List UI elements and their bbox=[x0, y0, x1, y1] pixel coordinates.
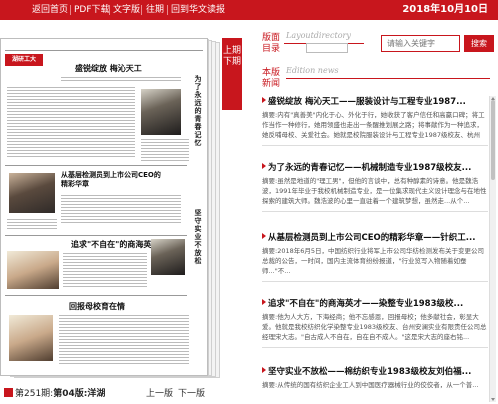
page-headline-1[interactable]: 盛锐绽放 梅沁天工 bbox=[75, 63, 142, 74]
layout-directory-subtitle: Layoutdirectory bbox=[286, 31, 351, 40]
news-item-title[interactable]: 追求"不自在"的商海英才——染整专业1983级校... bbox=[262, 298, 488, 310]
nav-text-version[interactable]: 文字版 bbox=[113, 0, 140, 20]
issue-ribbon[interactable]: 上期 下期 bbox=[222, 38, 242, 110]
nav-past-issues[interactable]: 往期 bbox=[146, 0, 164, 20]
issue-info: 第251期:第04版:洋湖 bbox=[4, 386, 105, 399]
article-body-text bbox=[63, 253, 147, 289]
nav-separator bbox=[70, 5, 71, 15]
news-item-title[interactable]: 从基层检测员到上市公司CEO的精彩华章——针织工... bbox=[262, 232, 488, 244]
edition-news-subtitle: Edition news bbox=[286, 66, 339, 75]
article-photo bbox=[9, 173, 55, 213]
news-item[interactable]: 盛锐绽放 梅沁天工——服装设计与工程专业1987... 摘要:内有"真善美"内化… bbox=[262, 96, 488, 146]
nav-home[interactable]: 返回首页 bbox=[32, 0, 68, 20]
edition-news-rule bbox=[286, 78, 490, 79]
article-photo bbox=[7, 251, 59, 289]
article-divider bbox=[5, 235, 187, 236]
page-section-badge: 湖研工大 bbox=[5, 54, 43, 66]
news-item[interactable]: 坚守实业不放松——棉纺织专业1983级校友刘伯福... 摘要:从传统的国有纺织企… bbox=[262, 366, 488, 402]
article-body-text bbox=[59, 315, 189, 365]
top-nav-bar: 返回首页 PDF下载 文字版 往期 回到华文读报 2018年10月10日 bbox=[0, 0, 498, 20]
article-divider bbox=[5, 165, 187, 166]
news-item-divider bbox=[262, 145, 488, 146]
news-item-divider bbox=[262, 347, 488, 348]
page-footer-bar: 第251期:第04版:洋湖 上一版 下一版 bbox=[0, 380, 250, 404]
article-photo bbox=[9, 315, 53, 361]
bullet-arrow-icon bbox=[262, 97, 266, 103]
news-list: 盛锐绽放 梅沁天工——服装设计与工程专业1987... 摘要:内有"真善美"内化… bbox=[262, 96, 488, 402]
page-headline-4[interactable]: 回报母校育在情 bbox=[69, 301, 125, 312]
page-header-rule bbox=[5, 50, 203, 51]
nav-back-to-reader[interactable]: 回到华文读报 bbox=[171, 0, 225, 20]
newspaper-page-preview[interactable]: 湖研工大 盛锐绽放 梅沁天工 为了永远的青春记忆 从基层检测员到上市公司CEO的… bbox=[0, 38, 222, 378]
page-headline-3[interactable]: 追求"不自在"的商海英才 bbox=[71, 239, 159, 250]
news-item-title[interactable]: 为了永远的青春记忆——机械制造专业1987级校友... bbox=[262, 162, 488, 174]
nav-separator bbox=[167, 5, 168, 15]
page-headline-2[interactable]: 从基层检测员到上市公司CEO的精彩华章 bbox=[61, 171, 161, 189]
news-item-title[interactable]: 坚守实业不放松——棉纺织专业1983级校友刘伯福... bbox=[262, 366, 488, 378]
scrollbar-thumb[interactable] bbox=[491, 100, 495, 180]
news-item-divider bbox=[262, 211, 488, 212]
page-vertical-title-1[interactable]: 为了永远的青春记忆 bbox=[193, 75, 203, 147]
news-item-divider bbox=[262, 281, 488, 282]
article-body-text bbox=[141, 139, 189, 161]
bullet-arrow-icon bbox=[262, 367, 266, 373]
newspaper-page[interactable]: 湖研工大 盛锐绽放 梅沁天工 为了永远的青春记忆 从基层检测员到上市公司CEO的… bbox=[0, 38, 208, 376]
bullet-arrow-icon bbox=[262, 233, 266, 239]
news-item[interactable]: 从基层检测员到上市公司CEO的精彩华章——针织工... 摘要:2018年6月5日… bbox=[262, 232, 488, 282]
layout-directory-title: 版面目录 bbox=[262, 33, 281, 54]
nav-separator bbox=[141, 5, 142, 15]
news-item[interactable]: 追求"不自在"的商海英才——染整专业1983级校... 摘要:他为人大方，下海经… bbox=[262, 298, 488, 348]
page-vertical-title-2[interactable]: 坚守实业不放松 bbox=[193, 209, 203, 265]
news-item-summary: 摘要:虽然是地道的"理工男"，但他的言谈中，总有种醇素的诗意。他是魏浩波，199… bbox=[262, 177, 487, 205]
issue-date: 2018年10月10日 bbox=[402, 4, 488, 15]
next-page-link[interactable]: 下一版 bbox=[178, 386, 205, 399]
article-photo bbox=[141, 89, 181, 135]
scroll-down-icon[interactable] bbox=[491, 398, 495, 401]
previous-page-link[interactable]: 上一版 bbox=[146, 386, 173, 399]
ribbon-text[interactable]: 上期 下期 bbox=[223, 46, 241, 67]
news-item-summary: 摘要:2018年6月5日，中国纺织行业将军上市公司华纺检测发布关于变更公司总裁的… bbox=[262, 247, 485, 275]
news-item-summary: 摘要:内有"真善美"内化于心、外化于行，她收获了客户信任和高赢口碑；将工作当作一… bbox=[262, 111, 485, 139]
nav-pdf-download[interactable]: PDF下载 bbox=[74, 0, 110, 20]
news-item-summary: 摘要:从传统的国有纺织企业工人到中国医疗器械行业的佼佼者，从一个普... bbox=[262, 381, 479, 389]
issue-icon bbox=[4, 388, 13, 397]
news-item-summary: 摘要:他为人大方，下海经商；他不忘感恩，回报母校；他多献社会，彰显大爱。他就是我… bbox=[262, 313, 487, 341]
page-label: 第04版:洋湖 bbox=[53, 389, 106, 399]
bullet-arrow-icon bbox=[262, 163, 266, 169]
article-body-text bbox=[7, 87, 135, 159]
news-item[interactable]: 为了永远的青春记忆——机械制造专业1987级校友... 摘要:虽然是地道的"理工… bbox=[262, 162, 488, 212]
layout-select[interactable] bbox=[306, 43, 348, 53]
article-divider bbox=[5, 295, 187, 296]
issue-number: 第251期: bbox=[15, 389, 54, 399]
nav-separator bbox=[109, 5, 110, 15]
search-input[interactable] bbox=[381, 35, 460, 52]
search-button[interactable]: 搜索 bbox=[464, 35, 494, 52]
article-body-text bbox=[7, 219, 57, 231]
page-subhead-1 bbox=[61, 77, 181, 83]
article-photo bbox=[151, 239, 185, 275]
news-scrollbar[interactable] bbox=[489, 96, 496, 402]
edition-news-title: 本版新闻 bbox=[262, 68, 281, 89]
article-body-text bbox=[61, 195, 181, 225]
news-item-title[interactable]: 盛锐绽放 梅沁天工——服装设计与工程专业1987... bbox=[262, 96, 488, 108]
bullet-arrow-icon bbox=[262, 299, 266, 305]
